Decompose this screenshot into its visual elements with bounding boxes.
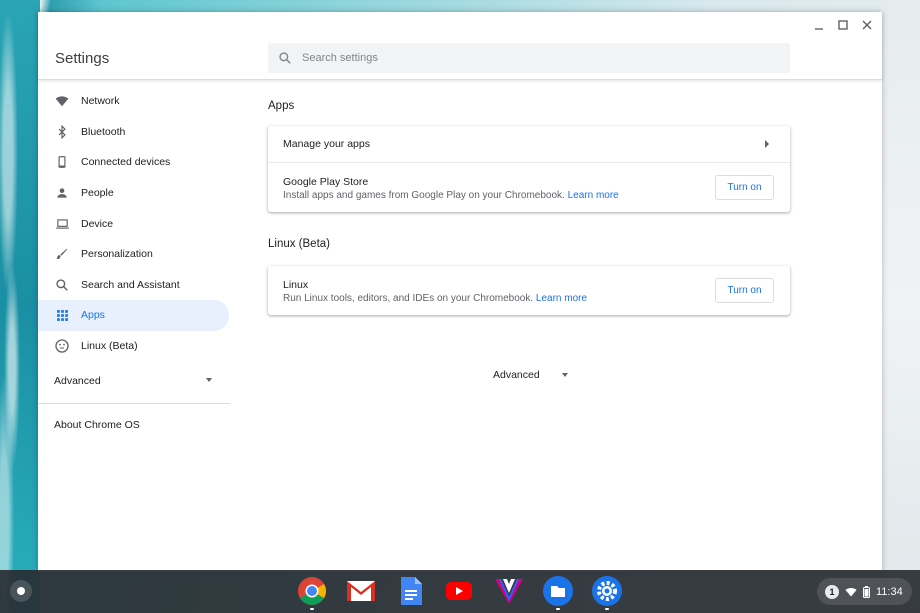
running-indicator (605, 608, 609, 610)
sidebar-advanced-label: Advanced (54, 375, 101, 388)
sidebar-item-connected-devices[interactable]: Connected devices (38, 147, 230, 178)
running-indicator (310, 608, 314, 610)
play-store-learn-more-link[interactable]: Learn more (568, 190, 619, 201)
clock: 11:34 (876, 585, 903, 598)
arrow-right-icon (765, 140, 769, 148)
sidebar-item-label: Device (81, 217, 114, 230)
notification-badge: 1 (825, 584, 839, 599)
sidebar-item-network[interactable]: Network (38, 86, 230, 117)
youtube-icon (446, 582, 472, 600)
vanced-app[interactable] (494, 576, 524, 606)
sidebar-item-label: Search and Assistant (81, 278, 180, 291)
sidebar-item-search-and-assistant[interactable]: Search and Assistant (38, 270, 230, 301)
vanced-icon (495, 578, 523, 604)
chrome-icon (298, 577, 326, 605)
linux-learn-more-link[interactable]: Learn more (536, 293, 587, 304)
person-icon (54, 185, 70, 201)
sidebar-item-label: Bluetooth (81, 125, 126, 138)
advanced-label: Advanced (493, 369, 540, 381)
sidebar-divider (38, 403, 230, 405)
sidebar-item-linux-beta[interactable]: Linux (Beta) (38, 331, 230, 362)
sidebar: Network Bluetooth Connected devices Peop… (38, 86, 230, 436)
brush-icon (54, 246, 70, 262)
sidebar-item-personalization[interactable]: Personalization (38, 239, 230, 270)
play-store-title: Google Play Store (283, 175, 369, 188)
shelf: 1 11:34 (0, 570, 920, 613)
sidebar-item-label: Personalization (81, 248, 153, 261)
bluetooth-icon (54, 124, 70, 140)
search-box[interactable] (268, 43, 790, 73)
wallpaper (0, 0, 40, 613)
search-icon (279, 52, 291, 64)
battery-icon (863, 585, 870, 598)
minimize-icon (815, 28, 823, 30)
search-icon (54, 277, 70, 293)
play-store-turn-on-button[interactable]: Turn on (715, 175, 774, 200)
apps-section-title: Apps (268, 100, 295, 112)
youtube-app[interactable] (444, 576, 474, 606)
sidebar-item-label: Network (81, 95, 120, 108)
launcher-button[interactable] (10, 580, 32, 602)
linux-title: Linux (283, 278, 309, 291)
maximize-icon (838, 20, 848, 30)
close-button[interactable] (858, 16, 876, 34)
sidebar-item-label: Apps (81, 309, 105, 322)
running-indicator (556, 608, 560, 610)
manage-apps-label: Manage your apps (283, 138, 370, 150)
wifi-icon (54, 93, 70, 109)
status-tray[interactable]: 1 11:34 (817, 578, 912, 605)
search-input[interactable] (302, 43, 772, 73)
gmail-app[interactable] (346, 576, 376, 606)
apps-grid-icon (54, 307, 70, 323)
settings-window: Settings Network Bluetooth (38, 12, 882, 572)
chrome-app[interactable] (297, 576, 327, 610)
laptop-icon (54, 216, 70, 232)
linux-description: Run Linux tools, editors, and IDEs on yo… (283, 293, 587, 304)
sidebar-item-label: Linux (Beta) (81, 340, 138, 353)
sidebar-item-apps[interactable]: Apps (38, 300, 229, 331)
sidebar-item-about[interactable]: About Chrome OS (38, 414, 230, 436)
wallpaper-right (880, 0, 920, 613)
linux-turn-on-button[interactable]: Turn on (715, 278, 774, 303)
linux-card: Linux Run Linux tools, editors, and IDEs… (268, 266, 790, 315)
sidebar-item-label: Connected devices (81, 156, 171, 169)
minimize-button[interactable] (810, 16, 828, 34)
sidebar-item-device[interactable]: Device (38, 208, 230, 239)
docs-app[interactable] (396, 576, 426, 606)
files-app[interactable] (543, 576, 573, 610)
penguin-icon (54, 338, 70, 354)
linux-section-title: Linux (Beta) (268, 238, 331, 250)
play-store-description: Install apps and games from Google Play … (283, 190, 619, 201)
advanced-toggle[interactable]: Advanced (493, 369, 570, 381)
sidebar-item-label: People (81, 187, 114, 200)
phone-icon (54, 154, 70, 170)
main-content: Apps Manage your apps Google Play Store … (268, 86, 790, 381)
sidebar-item-people[interactable]: People (38, 178, 230, 209)
wifi-icon (845, 588, 857, 597)
chevron-down-icon (206, 378, 212, 383)
sidebar-item-bluetooth[interactable]: Bluetooth (38, 117, 230, 148)
linux-description-text: Run Linux tools, editors, and IDEs on yo… (283, 292, 534, 304)
linux-row: Linux Run Linux tools, editors, and IDEs… (268, 266, 790, 315)
settings-icon (592, 576, 622, 606)
play-store-row: Google Play Store Install apps and games… (268, 163, 790, 212)
sidebar-advanced-toggle[interactable]: Advanced (38, 361, 230, 401)
files-icon (543, 576, 573, 606)
gmail-icon (347, 581, 375, 601)
settings-app[interactable] (592, 576, 622, 610)
close-icon (862, 20, 872, 30)
manage-apps-row[interactable]: Manage your apps (268, 126, 790, 163)
play-store-description-text: Install apps and games from Google Play … (283, 189, 565, 201)
settings-header: Settings (38, 12, 882, 80)
page-title: Settings (55, 50, 110, 67)
docs-icon (401, 577, 422, 605)
window-controls (810, 16, 876, 36)
maximize-button[interactable] (834, 16, 852, 34)
chevron-down-icon (561, 373, 568, 377)
apps-card: Manage your apps Google Play Store Insta… (268, 126, 790, 212)
